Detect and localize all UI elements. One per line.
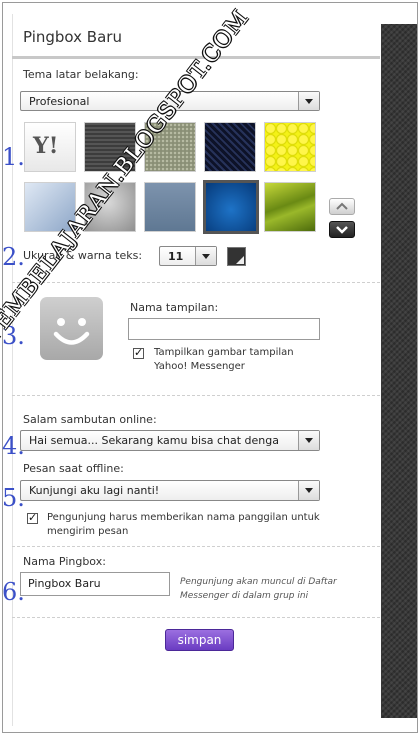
yahoo-logo: Y! <box>33 133 59 159</box>
theme-label: Tema latar belakang: <box>23 68 139 81</box>
online-greeting-select[interactable]: Hai semua... Sekarang kamu bisa chat den… <box>20 430 320 451</box>
pingbox-name-input[interactable]: Pingbox Baru <box>20 572 170 596</box>
section-divider <box>12 395 380 396</box>
chevron-down-icon[interactable] <box>195 247 216 265</box>
dark-background-strip <box>380 24 417 718</box>
step-number-2: 2. <box>2 243 25 271</box>
chevron-down-icon[interactable] <box>298 431 319 450</box>
offline-message-label: Pesan saat offline: <box>23 462 124 475</box>
panel-title: Pingbox Baru <box>23 28 122 46</box>
step-number-6: 6. <box>2 578 25 606</box>
theme-thumb-yellow-bubbles[interactable] <box>264 122 316 172</box>
step-number-5: 5. <box>2 484 25 512</box>
pingbox-name-label: Nama Pingbox: <box>23 555 106 568</box>
color-picker-corner-icon <box>236 256 244 264</box>
theme-thumb-navy-diagonal[interactable] <box>204 122 256 172</box>
online-greeting-label: Salam sambutan online: <box>23 413 157 426</box>
theme-thumb-green-waves[interactable] <box>264 182 316 232</box>
chevron-up-icon[interactable] <box>329 198 355 215</box>
step-number-4: 4. <box>2 432 25 460</box>
require-nickname-checkbox-label: Pengunjung harus memberikan nama panggil… <box>47 512 320 537</box>
theme-thumb-professional-selected[interactable] <box>203 180 259 234</box>
text-size-value: 11 <box>168 250 184 263</box>
step-number-1: 1. <box>2 143 25 171</box>
chevron-down-icon[interactable] <box>298 92 319 110</box>
pingbox-name-hint: Pengunjung akan muncul di Daftar Messeng… <box>180 577 337 601</box>
pingbox-name-value: Pingbox Baru <box>28 577 101 590</box>
text-color-swatch[interactable] <box>227 247 246 266</box>
offline-message-value: Kunjungi aku lagi nanti! <box>29 484 160 497</box>
section-divider <box>12 546 380 547</box>
chevron-down-icon[interactable] <box>298 481 319 500</box>
show-avatar-checkbox[interactable] <box>133 346 144 359</box>
display-name-input[interactable] <box>128 318 320 340</box>
save-button[interactable]: simpan <box>165 629 234 651</box>
theme-select-value: Profesional <box>29 95 90 108</box>
smiley-face-icon <box>40 297 103 360</box>
require-nickname-checkbox[interactable] <box>27 511 38 524</box>
show-avatar-checkbox-label: Tampilkan gambar tampilan Yahoo! Messeng… <box>154 347 294 372</box>
theme-thumb-yahoo[interactable]: Y! <box>24 122 76 172</box>
chevron-down-icon[interactable] <box>329 221 355 238</box>
online-greeting-value: Hai semua... Sekarang kamu bisa chat den… <box>29 434 279 447</box>
section-divider <box>12 282 380 283</box>
display-name-label: Nama tampilan: <box>130 301 219 314</box>
section-divider <box>12 617 380 618</box>
offline-message-select[interactable]: Kunjungi aku lagi nanti! <box>20 480 320 501</box>
theme-thumb-steel-blue[interactable] <box>144 182 196 232</box>
text-size-select[interactable]: 11 <box>159 246 217 266</box>
